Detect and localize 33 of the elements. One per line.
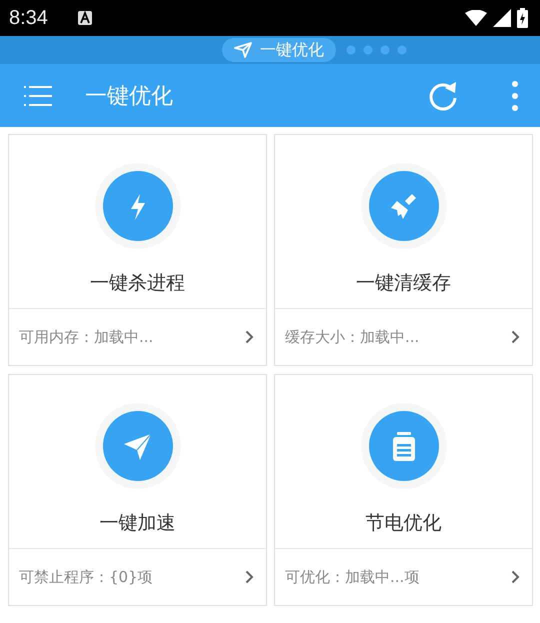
menu-icon <box>24 84 52 108</box>
chevron-right-icon <box>245 330 254 344</box>
plane-icon <box>94 403 180 489</box>
chevron-right-icon <box>245 570 254 584</box>
menu-button[interactable] <box>24 84 52 108</box>
notification-icon <box>78 11 92 25</box>
battery-icon <box>360 403 446 489</box>
chevron-right-icon <box>511 570 520 584</box>
card-title: 一键清缓存 <box>356 271 451 296</box>
optimize-card[interactable]: 一键加速 可禁止程序：{0}项 <box>8 374 267 606</box>
optimize-card[interactable]: 一键清缓存 缓存大小：加载中... <box>274 134 533 366</box>
signal-icon <box>493 9 511 27</box>
page-dots-icon <box>346 45 408 55</box>
send-icon <box>234 42 252 58</box>
refresh-button[interactable] <box>428 80 458 112</box>
card-title: 一键加速 <box>100 511 176 536</box>
battery-charging-icon <box>517 8 528 28</box>
optimize-card[interactable]: 一键杀进程 可用内存：加载中... <box>8 134 267 366</box>
chevron-right-icon <box>511 330 520 344</box>
card-title: 一键杀进程 <box>90 271 185 296</box>
status-time: 8:34 <box>9 6 48 30</box>
more-icon <box>512 80 518 110</box>
refresh-icon <box>428 80 458 112</box>
card-detail: 可禁止程序：{0}项 <box>19 568 153 586</box>
card-detail: 可优化：加载中...项 <box>285 568 420 586</box>
card-detail: 可用内存：加载中... <box>19 328 154 346</box>
more-button[interactable] <box>512 80 518 110</box>
optimize-card[interactable]: 节电优化 可优化：加载中...项 <box>274 374 533 606</box>
card-title: 节电优化 <box>366 511 442 536</box>
card-detail: 缓存大小：加载中... <box>285 328 420 346</box>
toolbar-title: 一键优化 <box>85 82 173 110</box>
wifi-icon <box>465 10 487 26</box>
bolt-icon <box>94 163 180 249</box>
